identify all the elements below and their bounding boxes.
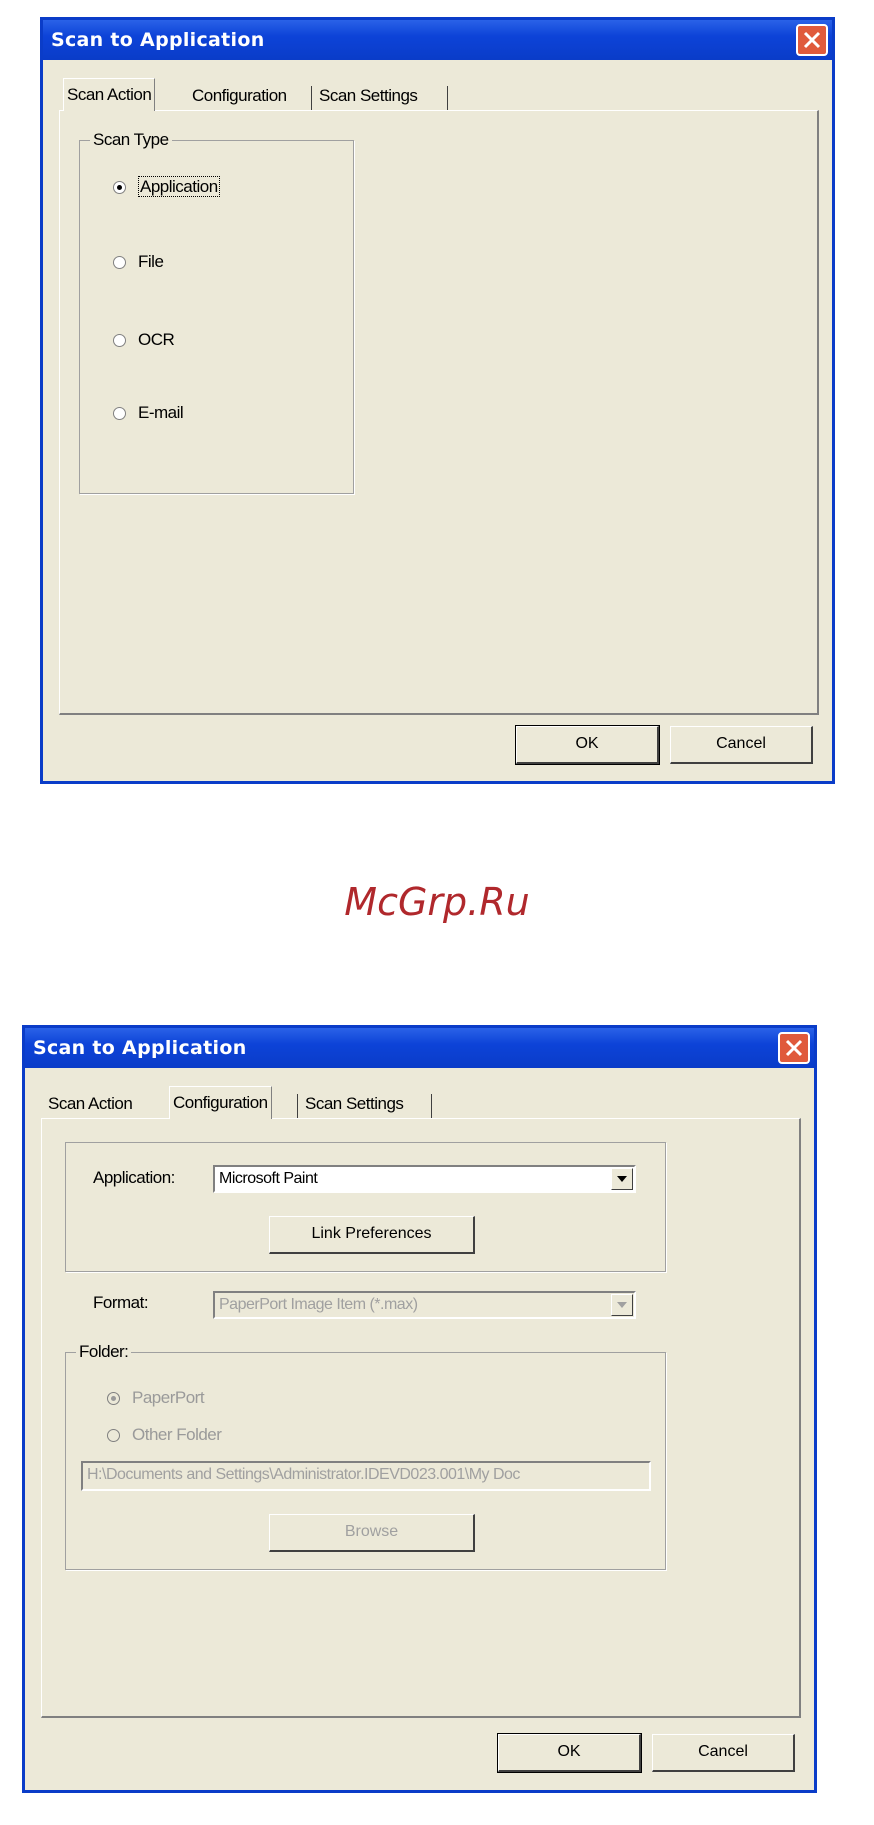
dropdown-arrow-button[interactable] [611,1168,633,1190]
tab-scan-action[interactable]: Scan Action [63,78,156,111]
tab-configuration[interactable]: Configuration [169,1086,272,1119]
dialog-title: Scan to Application [33,1037,247,1059]
tab-separator [431,1094,432,1118]
close-button[interactable] [796,24,828,56]
radio-button[interactable] [113,407,126,421]
folder-path-field: H:\Documents and Settings\Administrator.… [81,1461,651,1491]
tab-scan-settings[interactable]: Scan Settings [316,82,420,110]
title-bar[interactable]: Scan to Application [25,1028,814,1068]
tab-scan-settings[interactable]: Scan Settings [302,1090,406,1118]
tab-scan-action[interactable]: Scan Action [45,1090,135,1118]
tab-configuration[interactable]: Configuration [189,82,290,110]
title-bar[interactable]: Scan to Application [43,20,832,60]
dialog-title: Scan to Application [51,29,265,51]
tab-separator [447,86,448,110]
scan-type-group-label: Scan Type [90,130,172,150]
radio-button[interactable] [113,256,126,270]
folder-group-label: Folder: [76,1342,132,1362]
radio-button[interactable] [113,181,126,195]
radio-button [107,1392,120,1406]
radio-email[interactable]: E-mail [113,403,184,423]
ok-button[interactable]: OK [515,725,660,765]
link-preferences-button[interactable]: Link Preferences [269,1216,475,1254]
format-dropdown: PaperPort Image Item (*.max) [213,1291,636,1319]
radio-application[interactable]: Application [113,176,220,197]
radio-button[interactable] [113,334,126,348]
tab-separator [311,86,312,110]
radio-other-folder: Other Folder [107,1425,222,1445]
browse-button: Browse [269,1514,475,1552]
application-dropdown[interactable]: Microsoft Paint [213,1165,636,1193]
format-label: Format: [93,1293,149,1312]
application-label: Application: [93,1168,175,1187]
radio-file[interactable]: File [113,252,164,272]
cancel-button[interactable]: Cancel [652,1734,795,1772]
watermark-text: McGrp.Ru [344,880,530,924]
tab-separator [297,1094,298,1118]
scan-to-application-dialog-scan-action: Scan to Application Scan Action Configur… [40,17,835,784]
ok-button[interactable]: OK [497,1733,642,1773]
dropdown-arrow-button [611,1294,633,1316]
radio-paperport: PaperPort [107,1388,205,1408]
radio-button [107,1429,120,1443]
scan-to-application-dialog-configuration: Scan to Application Scan Action Configur… [22,1025,817,1793]
cancel-button[interactable]: Cancel [670,726,813,764]
close-button[interactable] [778,1032,810,1064]
radio-ocr[interactable]: OCR [113,330,175,350]
